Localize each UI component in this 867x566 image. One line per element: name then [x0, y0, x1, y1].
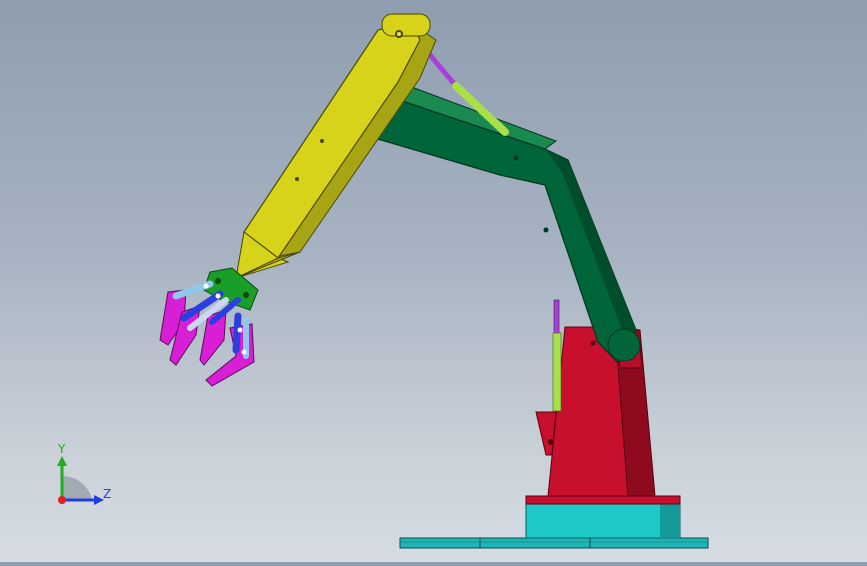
robot-arm-model[interactable] — [0, 0, 867, 562]
base-plate[interactable] — [399, 537, 709, 549]
triad-y-label: Y — [58, 442, 66, 456]
view-orientation-triad[interactable] — [57, 456, 104, 505]
gripper[interactable] — [159, 267, 259, 387]
turntable[interactable] — [525, 495, 681, 539]
graphics-viewport[interactable]: Y Z — [0, 0, 867, 562]
lower-cylinder[interactable] — [552, 299, 562, 412]
triad-z-label: Z — [103, 487, 112, 501]
